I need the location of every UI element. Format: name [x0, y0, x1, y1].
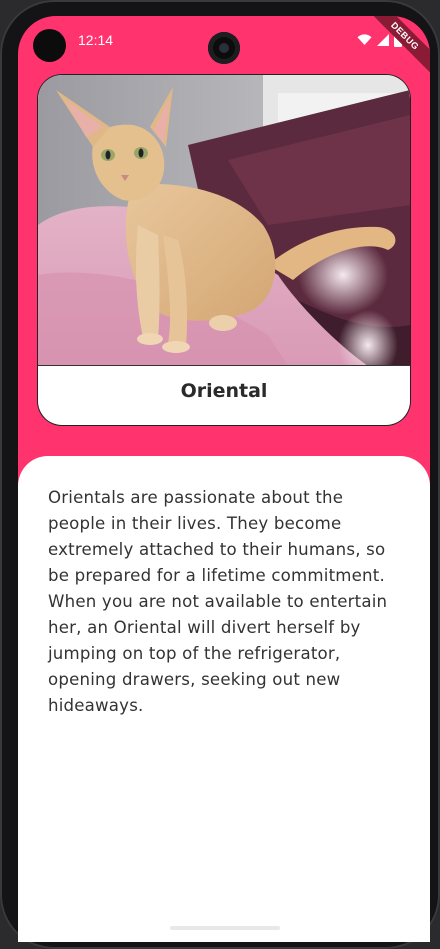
wifi-icon: [357, 34, 372, 45]
status-time: 12:14: [78, 32, 114, 48]
debug-banner: DEBUG: [360, 16, 430, 81]
cat-photo: [38, 75, 410, 366]
home-indicator[interactable]: [170, 926, 280, 930]
oriental-cat-image: [38, 75, 410, 365]
camera-cutout-left: [33, 29, 66, 62]
breed-card[interactable]: Oriental: [38, 75, 410, 425]
breed-name: Oriental: [180, 380, 268, 402]
status-bar: 12:14 DEBUG: [18, 16, 430, 81]
signal-icon: [377, 34, 389, 46]
description-panel: Orientals are passionate about the peopl…: [18, 456, 430, 942]
front-camera: [208, 32, 240, 64]
breed-description: Orientals are passionate about the peopl…: [48, 488, 388, 715]
app-screen: 12:14 DEBUG Oriental Orientals are passi…: [18, 16, 430, 942]
